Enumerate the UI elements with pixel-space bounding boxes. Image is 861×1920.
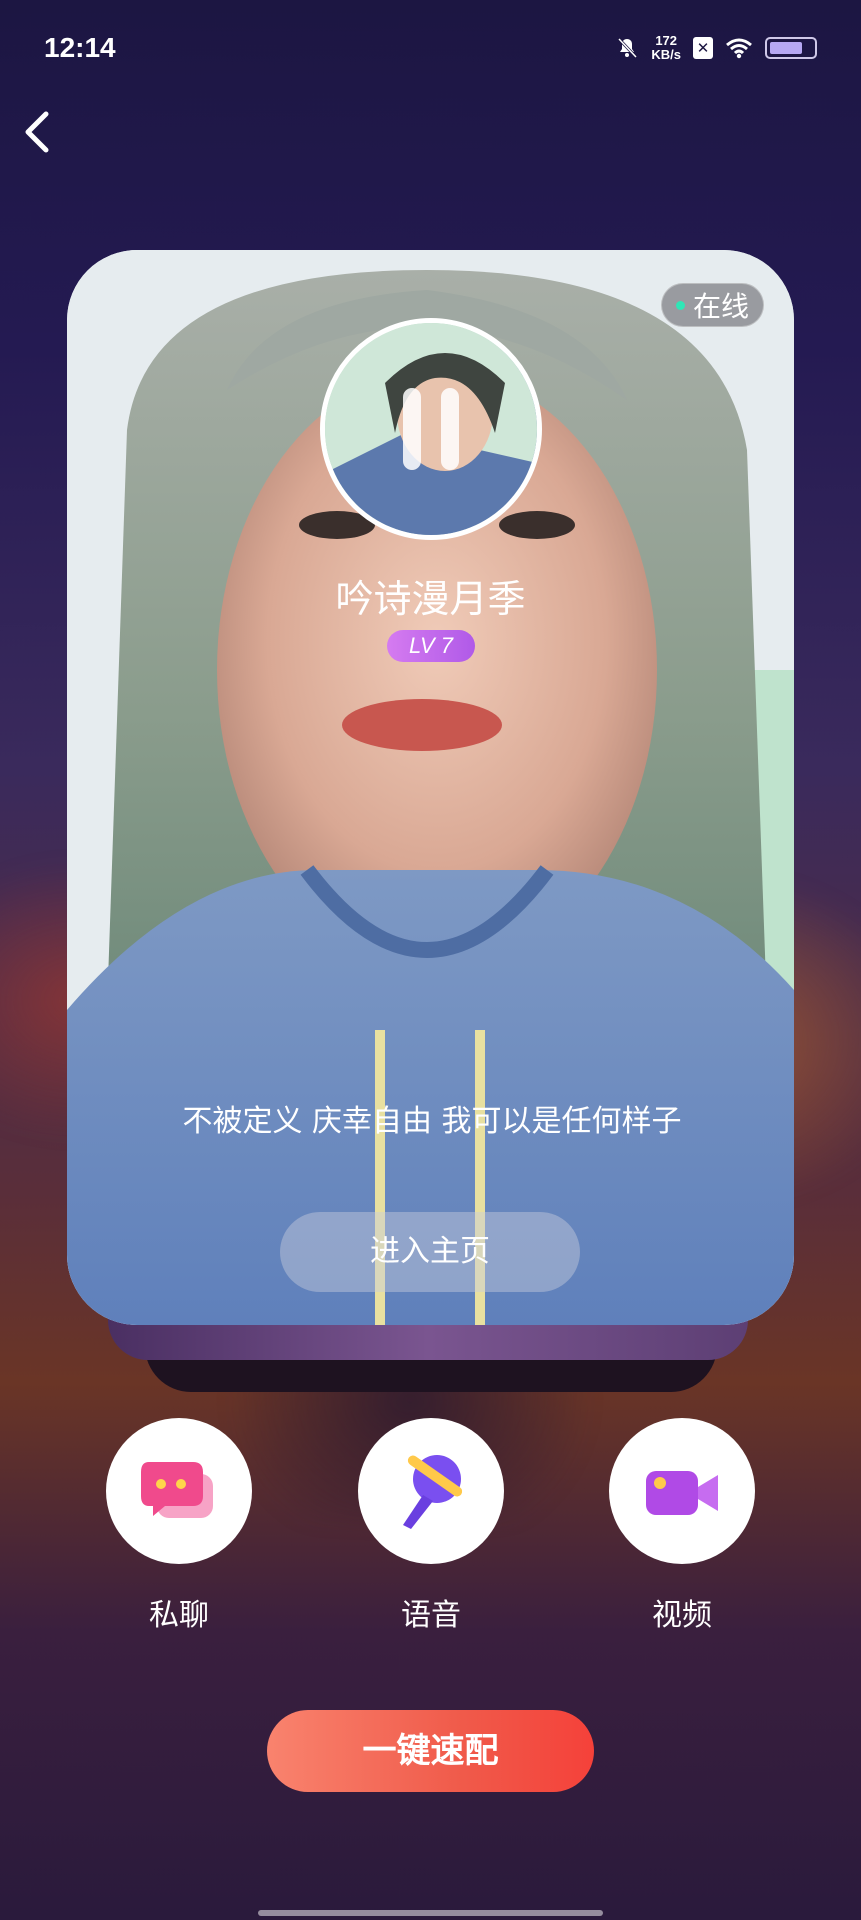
enter-homepage-button[interactable]: 进入主页 [280, 1212, 580, 1292]
status-time: 12:14 [44, 32, 116, 63]
video-label: 视频 [652, 1598, 712, 1633]
battery-level [770, 42, 802, 54]
profile-card[interactable]: 在线 吟诗漫月季 LV 7 不被定义 庆幸自由 我可以是任何样子 进入主页 [67, 250, 794, 1325]
battery-icon [765, 37, 817, 59]
status-bar: 12:14 172 KB/s ✕ [0, 0, 861, 100]
bio-text: 不被定义 庆幸自由 我可以是任何样子 [182, 1104, 682, 1139]
pause-icon[interactable] [403, 388, 459, 470]
sim-x-icon: ✕ [693, 37, 713, 59]
pause-bar-left [403, 388, 421, 470]
video-camera-icon [646, 1471, 718, 1515]
pause-bar-right [441, 388, 459, 470]
net-speed-unit: KB/s [651, 47, 681, 62]
chat-bubbles-icon [141, 1462, 213, 1518]
wifi-icon [726, 38, 752, 59]
voice-label: 语音 [401, 1598, 461, 1633]
online-dot-icon [675, 300, 685, 310]
private-chat-label: 私聊 [149, 1598, 209, 1633]
avatar[interactable] [320, 318, 542, 540]
net-speed: 172 KB/s [651, 34, 681, 62]
status-icons: 172 KB/s ✕ [615, 34, 817, 62]
private-chat-button[interactable] [106, 1418, 252, 1564]
quick-match-button[interactable]: 一键速配 [267, 1710, 594, 1792]
video-action[interactable]: 视频 [609, 1418, 755, 1634]
voice-action[interactable]: 语音 [358, 1418, 504, 1634]
online-status-text: 在线 [692, 290, 749, 323]
net-speed-value: 172 [655, 33, 678, 48]
level-badge: LV 7 [387, 630, 475, 662]
voice-microphone-icon [403, 1455, 463, 1529]
chevron-left-icon[interactable] [14, 106, 62, 158]
mute-bell-icon [618, 37, 638, 59]
private-chat-action[interactable]: 私聊 [106, 1418, 252, 1634]
video-button[interactable] [609, 1418, 755, 1564]
home-indicator[interactable] [258, 1910, 603, 1916]
voice-button[interactable] [358, 1418, 504, 1564]
username: 吟诗漫月季 [335, 577, 526, 621]
online-status-badge: 在线 [660, 283, 764, 327]
